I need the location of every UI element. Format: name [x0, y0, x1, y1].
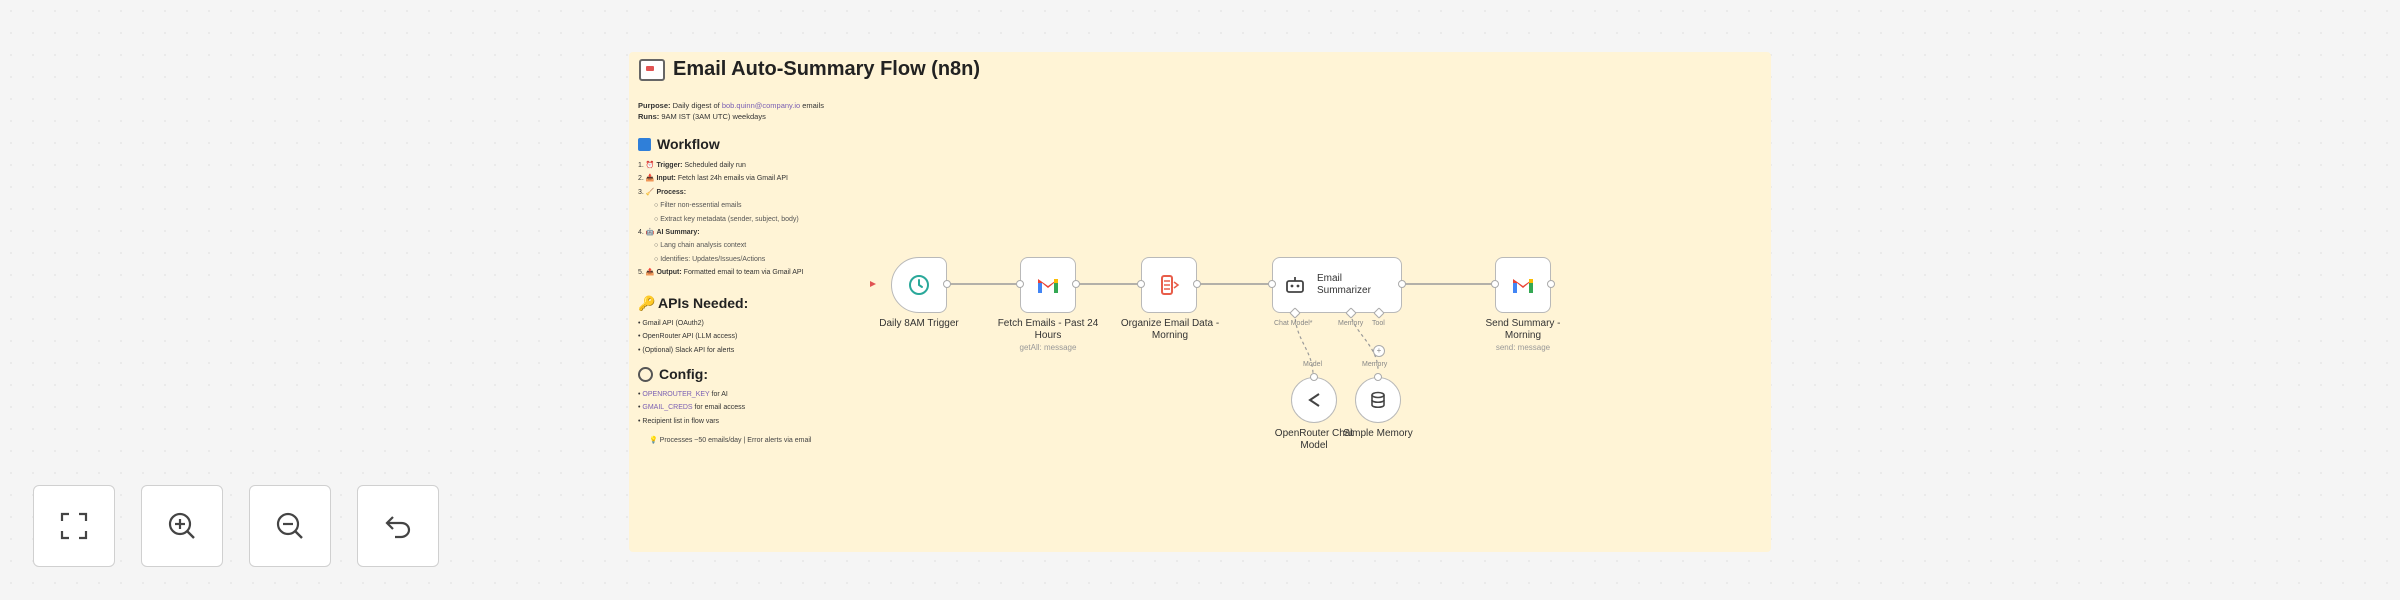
node-subtitle: getAll: message: [1019, 343, 1077, 352]
gmail-icon: [1513, 279, 1533, 293]
output-port[interactable]: [943, 280, 951, 288]
input-port[interactable]: [1137, 280, 1145, 288]
trigger-indicator-icon: [870, 281, 876, 287]
port-label-chat-model: Chat Model*: [1274, 320, 1313, 327]
node-label: Organize Email Data - Morning: [1120, 318, 1220, 341]
port-label-memory: Memory: [1338, 320, 1364, 327]
undo-icon: [385, 516, 411, 539]
reset-zoom-button[interactable]: [357, 485, 439, 567]
clock-icon: [909, 275, 929, 295]
node-organize-email[interactable]: [1141, 257, 1197, 313]
add-tool-icon[interactable]: +: [1373, 345, 1385, 357]
input-port[interactable]: [1016, 280, 1024, 288]
output-port[interactable]: [1310, 373, 1318, 381]
input-port[interactable]: [1268, 280, 1276, 288]
node-label: Send Summary - Morning: [1485, 318, 1561, 341]
connection-label-model: Model: [1303, 361, 1323, 368]
node-openrouter-model[interactable]: [1291, 377, 1337, 423]
output-port[interactable]: [1193, 280, 1201, 288]
fullscreen-icon: [60, 512, 88, 540]
openrouter-icon: [1308, 393, 1320, 407]
zoom-out-button[interactable]: [249, 485, 331, 567]
connection-label-memory: Memory: [1362, 361, 1388, 368]
node-label: Simple Memory: [1343, 428, 1413, 439]
port-label-tool: Tool: [1372, 320, 1385, 327]
output-port[interactable]: [1398, 280, 1406, 288]
node-label: Daily 8AM Trigger: [879, 318, 959, 329]
output-port[interactable]: [1072, 280, 1080, 288]
node-daily-trigger[interactable]: [891, 257, 947, 313]
node-inline-label: Email Summarizer: [1317, 273, 1371, 296]
robot-icon: [1286, 277, 1304, 293]
node-fetch-emails[interactable]: [1020, 257, 1076, 313]
zoom-out-icon: [276, 512, 303, 539]
node-simple-memory[interactable]: [1355, 377, 1401, 423]
node-email-summarizer[interactable]: Email Summarizer: [1272, 257, 1402, 313]
node-subtitle: send: message: [1495, 343, 1551, 352]
zoom-in-button[interactable]: [141, 485, 223, 567]
database-icon: [1371, 391, 1385, 409]
node-send-summary[interactable]: [1495, 257, 1551, 313]
node-label: Fetch Emails - Past 24 Hours: [997, 318, 1099, 341]
zoom-in-icon: [168, 512, 195, 539]
output-port[interactable]: [1374, 373, 1382, 381]
code-transform-icon: [1161, 275, 1180, 295]
output-port[interactable]: [1547, 280, 1555, 288]
gmail-icon: [1038, 279, 1058, 293]
input-port[interactable]: [1491, 280, 1499, 288]
fit-view-button[interactable]: [33, 485, 115, 567]
